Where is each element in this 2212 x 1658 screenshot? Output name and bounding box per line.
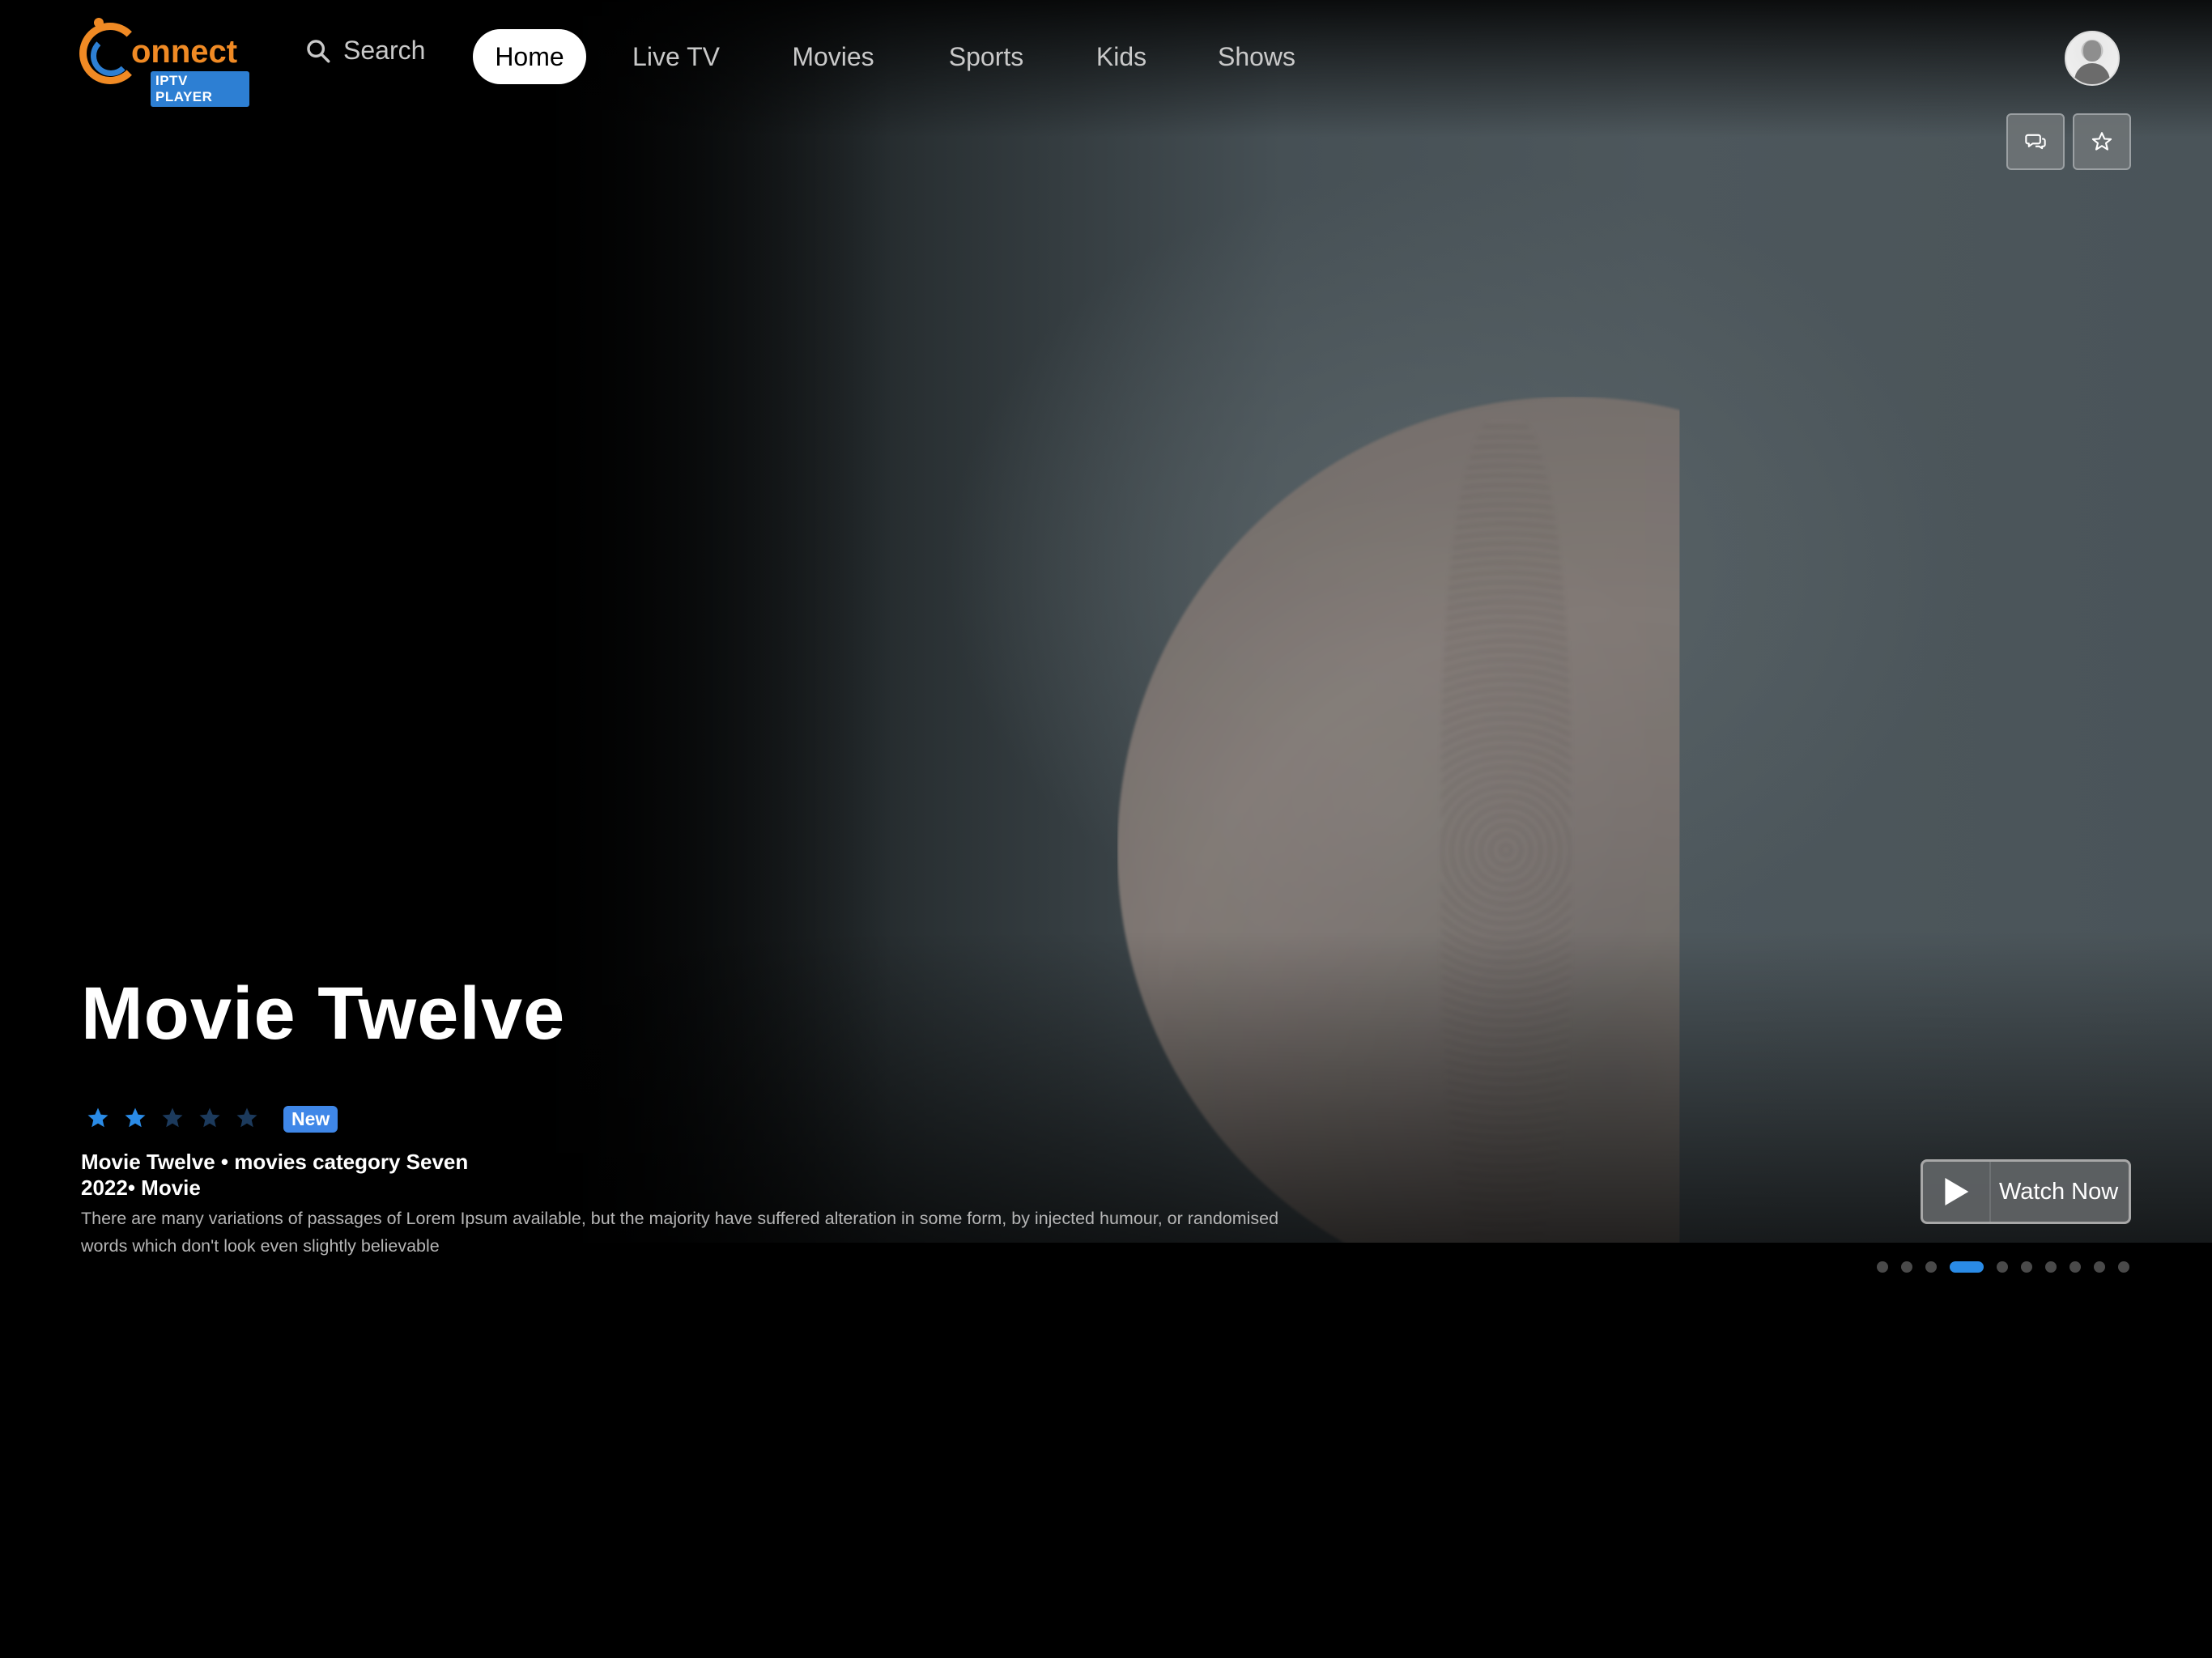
search-icon xyxy=(307,39,330,62)
hero-description: There are many variations of passages of… xyxy=(81,1209,1279,1256)
watch-now-label: Watch Now xyxy=(1999,1178,2119,1205)
carousel-dot[interactable] xyxy=(1997,1261,2008,1273)
carousel-dot[interactable] xyxy=(2069,1261,2081,1273)
app-logo[interactable]: onnect IPTV PLAYER xyxy=(79,18,249,107)
nav-tab-label: Home xyxy=(495,41,564,71)
avatar-head xyxy=(2083,40,2101,62)
logo-text: onnect xyxy=(131,34,238,70)
star-filled-icon xyxy=(87,1107,108,1128)
carousel-dot[interactable] xyxy=(2021,1261,2032,1273)
carousel-dot[interactable] xyxy=(2118,1261,2129,1273)
nav-search-label: Search xyxy=(343,36,426,65)
nav-tab-label: Kids xyxy=(1095,41,1147,71)
nav-tab-kids[interactable]: Kids xyxy=(1085,29,1158,84)
play-icon-wrap xyxy=(1923,1162,1991,1222)
nav-tab-home[interactable]: Home xyxy=(473,29,586,84)
hero-title: Movie Twelve xyxy=(81,972,566,1055)
star-empty-icon xyxy=(162,1107,183,1128)
app-root: onnect IPTV PLAYER Search Home Live TV M… xyxy=(0,0,2212,1658)
star-filled-icon xyxy=(125,1107,146,1128)
logo-badge: IPTV PLAYER xyxy=(151,71,249,107)
carousel-dot[interactable] xyxy=(2094,1261,2105,1273)
nav-tab-label: Shows xyxy=(1217,41,1296,71)
avatar-body xyxy=(2074,63,2110,84)
star-empty-icon xyxy=(199,1107,220,1128)
top-navigation: onnect IPTV PLAYER Search Home Live TV M… xyxy=(0,0,2212,113)
nav-search[interactable]: Search xyxy=(304,36,425,66)
logo-dot xyxy=(94,18,104,28)
star-empty-icon xyxy=(236,1107,257,1128)
play-icon xyxy=(1945,1178,1969,1205)
carousel-dot[interactable] xyxy=(1950,1261,1984,1273)
favorite-button[interactable] xyxy=(2073,113,2131,170)
logo-mark-inner xyxy=(91,36,131,76)
hero-meta-category: Movie Twelve • movies category Seven xyxy=(81,1150,469,1174)
carousel-dot[interactable] xyxy=(1901,1261,1912,1273)
nav-tab-live-tv[interactable]: Live TV xyxy=(623,29,729,84)
comment-button[interactable] xyxy=(2006,113,2065,170)
avatar[interactable] xyxy=(2065,31,2120,86)
nav-tab-label: Live TV xyxy=(632,41,720,71)
nav-tab-label: Movies xyxy=(792,41,874,71)
nav-tab-shows[interactable]: Shows xyxy=(1211,29,1302,84)
star-icon xyxy=(2091,132,2112,151)
carousel-pagination xyxy=(1877,1261,2129,1273)
nav-tab-movies[interactable]: Movies xyxy=(781,29,886,84)
watch-now-button[interactable]: Watch Now xyxy=(1921,1159,2131,1224)
nav-tab-sports[interactable]: Sports xyxy=(939,29,1033,84)
carousel-dot[interactable] xyxy=(1877,1261,1888,1273)
rating-stars xyxy=(86,1106,259,1130)
carousel-dot[interactable] xyxy=(1925,1261,1937,1273)
carousel-dot[interactable] xyxy=(2045,1261,2057,1273)
new-badge: New xyxy=(283,1106,338,1133)
nav-tab-label: Sports xyxy=(948,41,1024,71)
hero-meta-year: 2022• Movie xyxy=(81,1175,201,1200)
comment-icon xyxy=(2025,134,2046,150)
